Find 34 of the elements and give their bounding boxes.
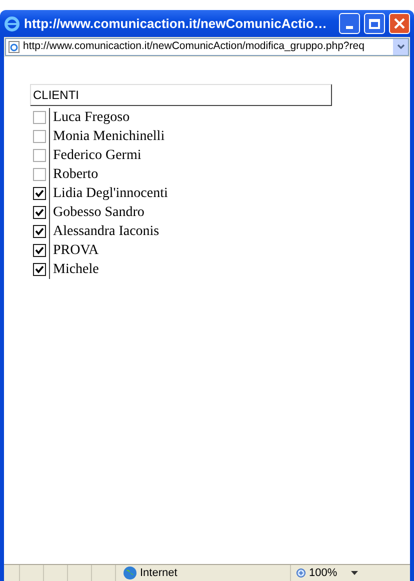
globe-icon [123,566,137,580]
checkbox[interactable] [33,225,46,238]
window-title: http://www.comunicaction.it/newComunicActio… [24,14,328,33]
client-name: Gobesso Sandro [52,204,144,222]
client-name: Federico Germi [52,147,142,165]
client-name: Roberto [52,166,98,184]
close-button[interactable] [389,13,410,34]
client-name: Lidia Degl'innocenti [52,185,168,203]
caret-icon [351,571,358,575]
checkbox[interactable] [33,130,46,143]
client-name: PROVA [52,242,99,260]
checkbox[interactable] [33,244,46,257]
address-field[interactable]: http://www.comunicaction.it/newComunicAction/modifica_gruppo.php?req [5,38,409,56]
minimize-button[interactable] [339,13,360,34]
checkbox[interactable] [33,206,46,219]
zoom-icon [296,568,307,578]
chevron-icon [396,44,404,50]
checkbox[interactable] [33,263,46,276]
dropdown-button[interactable] [393,39,408,55]
page-icon [8,41,20,53]
checkbox[interactable] [33,111,46,124]
table-header: CLIENTI [30,84,332,106]
zoom-button[interactable]: 100% [309,564,338,581]
client-name: Michele [52,261,99,279]
close-icon [394,18,405,29]
checkbox[interactable] [33,168,46,181]
client-name: Monia Menichinelli [52,128,165,146]
client-name: Luca Fregoso [52,109,130,127]
browser-icon [4,16,20,32]
maximize-button[interactable] [364,13,385,34]
checkbox[interactable] [33,187,46,200]
zone-label: Internet [140,566,178,581]
checkbox[interactable] [33,149,46,162]
client-name: Alessandra Iaconis [52,223,160,241]
